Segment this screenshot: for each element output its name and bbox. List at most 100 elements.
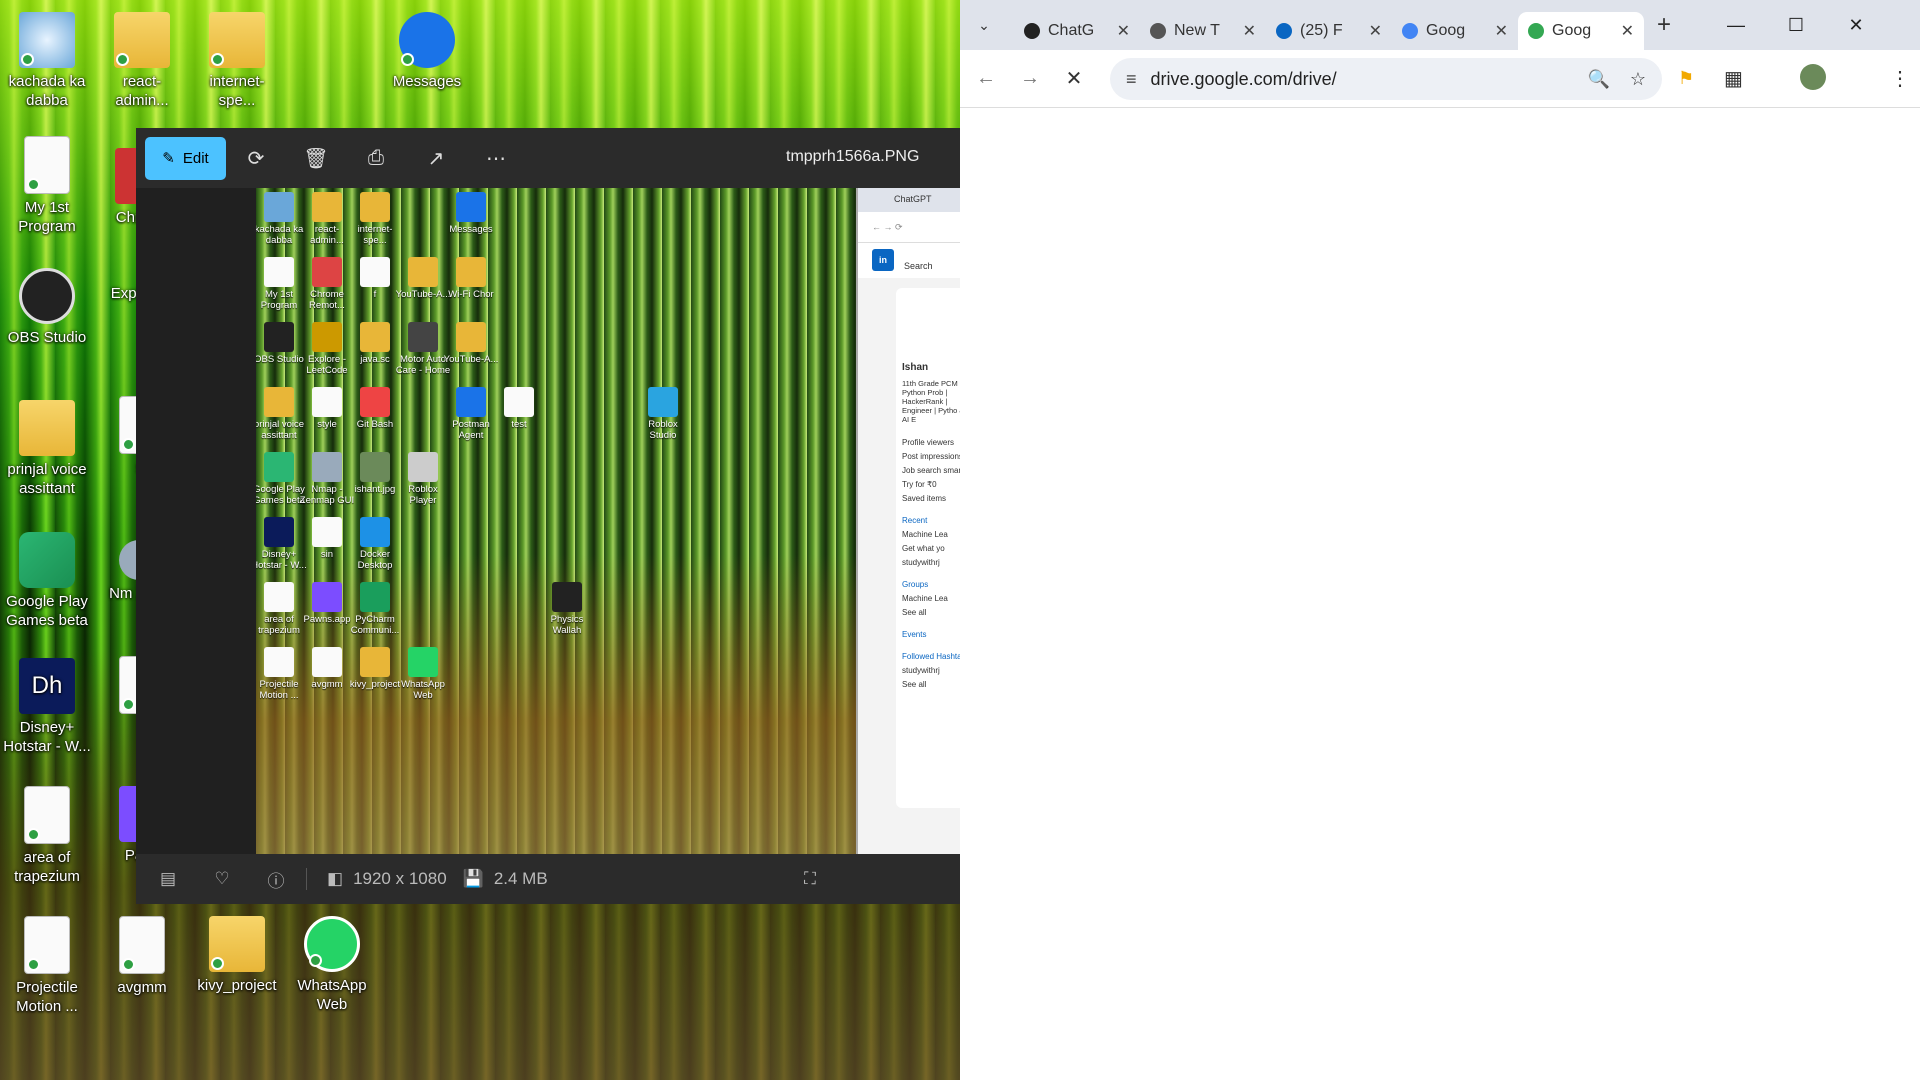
image-desktop-icon: Roblox Studio (634, 387, 692, 441)
tab-close-icon[interactable]: ✕ (1495, 21, 1508, 41)
desktop-icon-folder[interactable]: internet-spe... (192, 12, 282, 110)
bookmark-star-icon[interactable]: ☆ (1630, 69, 1646, 90)
forward-button[interactable]: → (1008, 67, 1052, 90)
image-app-icon (360, 192, 390, 222)
desktop-icon-messages[interactable]: Messages (382, 12, 472, 91)
desktop-icon-folder[interactable]: react-admin... (97, 12, 187, 110)
browser-tab[interactable]: (25) F ✕ (1266, 12, 1392, 50)
document-icon (24, 136, 70, 194)
info-icon[interactable]: ⓘ (256, 867, 296, 892)
browser-tab[interactable]: ChatG ✕ (1014, 12, 1140, 50)
image-app-icon (456, 322, 486, 352)
image-icon-label: Physics Wallah (550, 614, 584, 636)
tab-close-icon[interactable]: ✕ (1117, 21, 1130, 41)
desktop-icon-obs[interactable]: OBS Studio (2, 268, 92, 347)
image-icon-label: Roblox Player (408, 484, 438, 506)
desktop-icon-doc[interactable]: avgmm (97, 916, 187, 997)
image-profile-item: Profile viewers (902, 438, 955, 447)
browser-tab[interactable]: New T ✕ (1140, 12, 1266, 50)
document-icon (24, 916, 70, 974)
image-icon-label: Wi-Fi Chor (448, 289, 494, 300)
image-desktop-icon: Roblox Player (394, 452, 452, 506)
extensions-puzzle-icon[interactable]: ▦ (1724, 66, 1743, 91)
favorite-icon[interactable]: ♡ (202, 869, 242, 889)
rotate-button[interactable]: ⟳ (226, 138, 286, 178)
image-app-icon (264, 322, 294, 352)
tab-search-icon[interactable]: ⌄ (964, 17, 1004, 34)
site-info-icon[interactable]: ≡ (1126, 69, 1137, 90)
fit-to-window-icon[interactable]: ⛶ (804, 869, 816, 889)
image-app-icon (264, 582, 294, 612)
image-profile-item: Groups (902, 580, 929, 589)
print-button[interactable]: ⎙ (346, 138, 406, 178)
desktop-icon-recycle-bin[interactable]: kachada ka dabba (2, 12, 92, 110)
url-text[interactable]: drive.google.com/drive/ (1151, 69, 1337, 90)
address-bar[interactable]: ≡ drive.google.com/drive/ 🔍 ☆ (1110, 58, 1662, 100)
browser-tab[interactable]: Goog ✕ (1392, 12, 1518, 50)
delete-button[interactable]: 🗑 (286, 138, 346, 178)
desktop-icon-whatsapp[interactable]: WhatsApp Web (287, 916, 377, 1014)
more-button[interactable]: ⋯ (466, 138, 526, 178)
filmstrip-icon[interactable]: ▤ (148, 869, 188, 889)
photos-app-window: ✎ Edit ⟳ 🗑 ⎙ ↗ ⋯ tmpprh1566a.PNG kachada… (136, 128, 960, 904)
image-icon-label: Git Bash (356, 419, 394, 430)
extension-icon[interactable]: ⚑ (1678, 68, 1694, 89)
desktop-icon-doc[interactable]: Projectile Motion ... (2, 916, 92, 1016)
profile-avatar[interactable] (1800, 64, 1826, 90)
tab-close-icon[interactable]: ✕ (1369, 21, 1382, 41)
desktop-icon-folder[interactable]: prinjal voice assittant (2, 400, 92, 498)
image-desktop-icon: YouTube-A... (442, 322, 500, 365)
image-profile-item: Try for ₹0 (902, 480, 937, 489)
image-icon-label: Pawns.app (303, 614, 351, 625)
image-icon-label: area of trapezium (258, 614, 300, 636)
browser-tab[interactable]: Goog ✕ (1518, 12, 1644, 50)
share-button[interactable]: ↗ (406, 138, 466, 178)
image-icon-label: ishant.jpg (354, 484, 396, 495)
image-app-icon (312, 647, 342, 677)
image-icon-label: react-admin... (310, 224, 344, 246)
desktop-icon-google-play[interactable]: Google Play Games beta (2, 532, 92, 630)
minimize-button[interactable]: — (1708, 10, 1764, 40)
new-tab-button[interactable]: + (1644, 11, 1684, 39)
image-app-icon (360, 647, 390, 677)
desktop-icon-doc[interactable]: My 1st Program (2, 136, 92, 236)
image-desktop-icon: Physics Wallah (538, 582, 596, 636)
back-button[interactable]: ← (964, 67, 1008, 90)
tab-favicon-icon (1402, 23, 1418, 39)
whatsapp-icon (304, 916, 360, 972)
image-profile-items: Profile viewers Post impressions Job searc… (902, 436, 960, 692)
tab-close-icon[interactable]: ✕ (1621, 21, 1634, 41)
close-window-button[interactable]: ✕ (1828, 10, 1884, 40)
image-profile-item: Machine Lea (902, 594, 948, 603)
obs-icon (19, 268, 75, 324)
image-profile-item: Machine Lea (902, 530, 948, 539)
image-profile-card: Ishan 11th Grade PCM | Python Prob | Hac… (896, 288, 960, 808)
image-app-icon (360, 322, 390, 352)
image-app-icon (312, 582, 342, 612)
image-profile-item: Post impressions (902, 452, 960, 461)
share-icon: ↗ (427, 147, 445, 170)
tab-close-icon[interactable]: ✕ (1243, 21, 1256, 41)
stop-loading-button[interactable]: ✕ (1052, 66, 1096, 91)
desktop-icon-doc[interactable]: area of trapezium (2, 786, 92, 886)
maximize-button[interactable]: ☐ (1768, 10, 1824, 40)
document-icon (119, 916, 165, 974)
folder-icon (209, 916, 265, 972)
image-app-icon (312, 192, 342, 222)
tab-strip: ⌄ ChatG ✕ New T ✕ (25) F ✕ Goog ✕ Goog ✕ + — ☐ ✕ (960, 0, 1920, 50)
desktop-icon-folder[interactable]: kivy_project (192, 916, 282, 995)
image-icon-label: Postman Agent (452, 419, 490, 441)
image-icon-label: kachada ka dabba (256, 224, 304, 246)
image-browser-nav: ← → ⟳ (858, 212, 960, 242)
zoom-icon[interactable]: 🔍 (1588, 69, 1610, 90)
desktop-icon-hotstar[interactable]: Dh Disney+ Hotstar - W... (2, 658, 92, 756)
image-desktop-icon: Git Bash (346, 387, 404, 430)
image-desktop-icon: PyCharm Communi... (346, 582, 404, 636)
folder-icon (114, 12, 170, 68)
displayed-image: kachada ka dabba react-admin... internet-s… (256, 188, 960, 854)
image-desktop-icon: Docker Desktop (346, 517, 404, 571)
image-icon-label: sin (320, 549, 334, 560)
image-icon-label: prinjal voice assittant (256, 419, 305, 441)
menu-icon[interactable]: ⋮ (1890, 66, 1910, 91)
edit-button[interactable]: ✎ Edit (145, 136, 226, 180)
